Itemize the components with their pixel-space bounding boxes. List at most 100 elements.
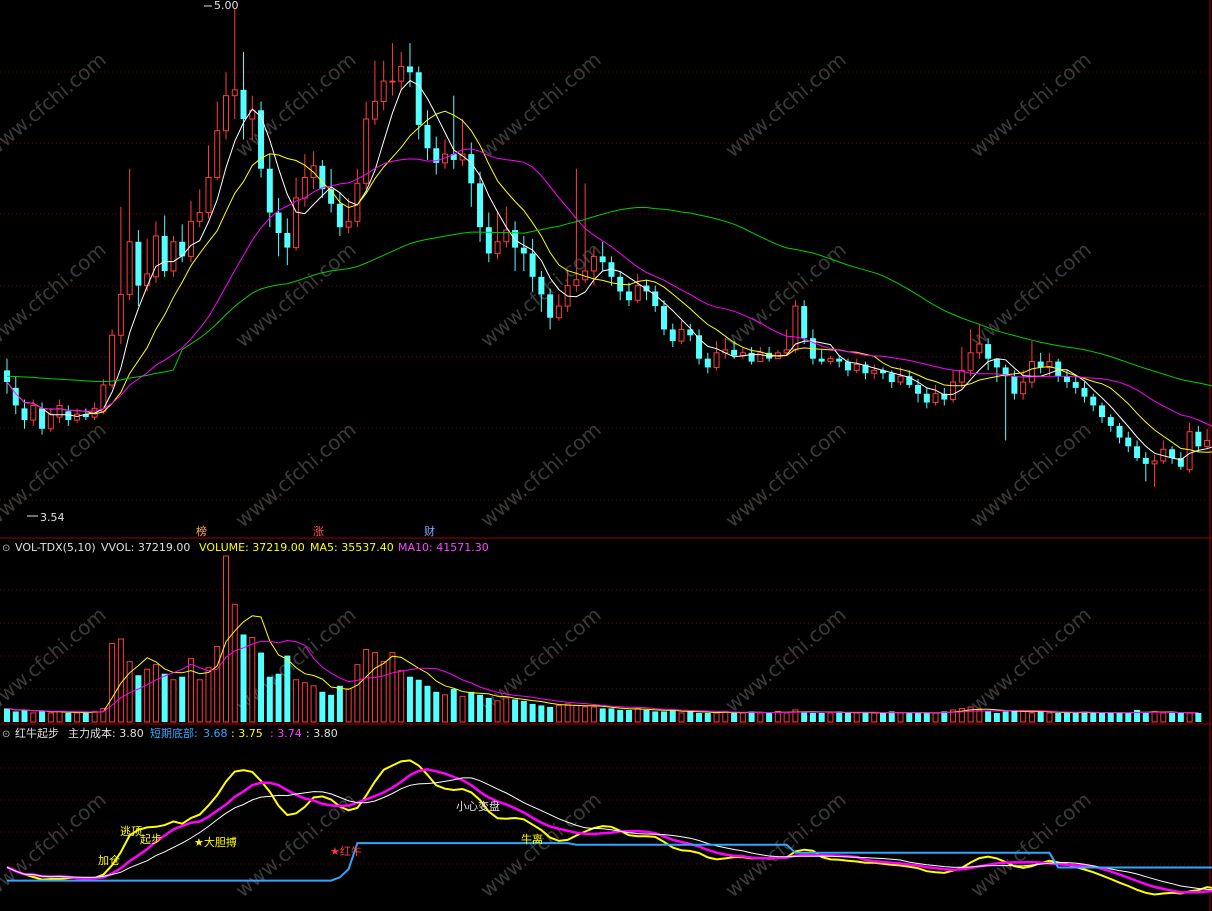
ind-v1: 3.68 <box>203 727 228 740</box>
ann-qibu: 起步 <box>140 833 162 846</box>
candle-body <box>547 294 554 318</box>
candle <box>661 300 667 336</box>
volume-bar <box>590 706 597 723</box>
candle <box>906 370 913 388</box>
candle-body <box>161 235 168 271</box>
volume-bar <box>1063 712 1070 722</box>
candle-body <box>1169 449 1176 459</box>
volume-bar <box>538 705 545 722</box>
candle-body <box>214 130 221 178</box>
price-low-label: 3.54 <box>40 511 65 524</box>
candle <box>871 364 878 380</box>
volume-bar <box>1011 709 1018 722</box>
candle <box>696 329 703 365</box>
candle <box>1028 341 1035 388</box>
candle-body <box>126 241 133 295</box>
volume-bar <box>275 673 282 722</box>
volume-bar <box>1046 712 1053 723</box>
candle <box>47 408 54 432</box>
candle <box>161 215 168 277</box>
volume-bar <box>301 682 308 723</box>
collapse-icon[interactable]: ⊙ <box>2 729 10 740</box>
candle <box>915 379 922 403</box>
candle-body <box>135 241 142 286</box>
volume-bar <box>801 711 808 722</box>
candle <box>450 95 457 169</box>
volume-bar <box>433 691 440 722</box>
price-tag-bang[interactable]: 榜 <box>196 524 207 538</box>
ind-short-bottom-label: 短期底部: <box>150 726 198 740</box>
volume-bar <box>932 712 939 723</box>
volume-bar <box>871 712 878 723</box>
candle <box>941 387 948 406</box>
candle-body <box>1204 439 1211 447</box>
candle <box>126 168 133 301</box>
volume-bar <box>1142 712 1149 722</box>
watermark-text: www.cfchi.com <box>0 237 111 352</box>
volume-bar <box>319 691 326 722</box>
candle-body <box>1142 458 1149 464</box>
volume-bar <box>836 711 843 722</box>
volume-bar <box>258 652 265 722</box>
candle-body <box>1072 382 1079 388</box>
volume-bar <box>82 712 89 722</box>
volume-panel[interactable] <box>4 555 1202 723</box>
candle <box>853 358 860 374</box>
volume-bar <box>12 711 19 722</box>
candle-body <box>976 343 983 354</box>
candle-body <box>520 247 527 254</box>
ind-name[interactable]: 红牛起步 <box>15 726 59 740</box>
candle <box>117 206 124 345</box>
candle <box>844 358 851 377</box>
candle <box>634 273 641 304</box>
watermark-text: www.cfchi.com <box>965 602 1095 717</box>
volume-bar <box>485 697 492 722</box>
volume-bar <box>976 709 983 723</box>
candle-body <box>275 212 282 234</box>
candle <box>135 230 142 307</box>
volume-bar <box>669 709 676 722</box>
candle-body <box>1134 446 1141 459</box>
candle-body <box>529 253 536 277</box>
price-panel[interactable] <box>4 5 1212 517</box>
candle-body <box>625 291 632 301</box>
candle <box>1072 376 1079 394</box>
candle <box>258 101 265 178</box>
volume-bar <box>555 704 562 723</box>
candle <box>512 221 519 271</box>
volume-bar <box>862 712 869 722</box>
candle-body <box>985 344 992 359</box>
watermark-layer: www.cfchi.com www.cfchi.com www.cfchi.com w… <box>0 47 1096 902</box>
watermark-text: www.cfchi.com <box>720 417 850 532</box>
candle-body <box>21 408 28 421</box>
vol-ma5: MA5: 35537.40 <box>310 541 394 554</box>
candle <box>1020 370 1027 400</box>
candle <box>625 282 632 307</box>
watermark-text: www.cfchi.com <box>720 47 850 162</box>
volume-bar <box>1177 712 1184 722</box>
volume-bar <box>617 709 624 722</box>
volume-bar <box>897 712 904 723</box>
volume-bar <box>459 695 466 723</box>
volume-bar <box>468 691 475 722</box>
volume-bar <box>573 704 580 723</box>
candle-body <box>205 176 212 214</box>
price-tag-zhang[interactable]: 涨 <box>313 525 324 538</box>
candle <box>1169 446 1176 464</box>
volume-bar <box>336 685 343 722</box>
ann-xinxin-biangpan: 小心变盘 <box>456 799 500 813</box>
watermark-text: www.cfchi.com <box>0 787 111 902</box>
price-tag-cai[interactable]: 财 <box>424 524 435 538</box>
candle <box>223 72 229 140</box>
candle-body <box>1151 460 1158 465</box>
collapse-icon[interactable]: ⊙ <box>2 543 10 554</box>
candle-body <box>836 358 843 362</box>
vol-indicator-name[interactable]: VOL-TDX(5,10) <box>15 541 96 554</box>
candle-body <box>196 212 203 222</box>
candle <box>433 136 440 175</box>
candle <box>1037 352 1044 374</box>
candle <box>713 341 720 371</box>
candle-body <box>871 369 878 374</box>
volume-bar <box>205 667 212 723</box>
grid-layer <box>0 0 1212 911</box>
